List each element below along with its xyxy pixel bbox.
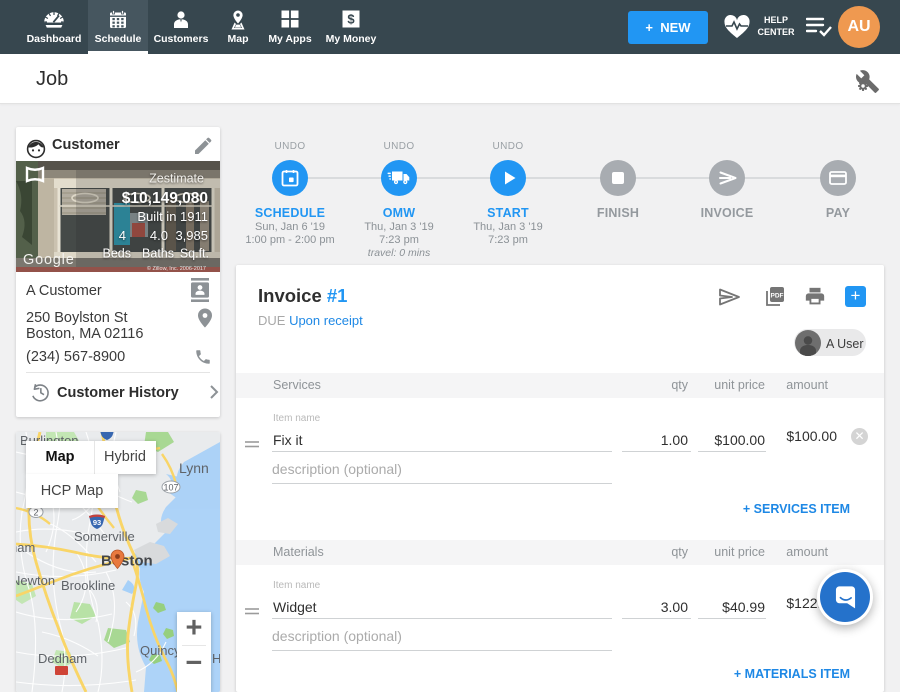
- svg-text:3,985: 3,985: [175, 228, 208, 243]
- svg-text:Baths: Baths: [142, 247, 174, 261]
- svg-text:Google: Google: [23, 252, 75, 268]
- svg-text:$: $: [347, 12, 355, 27]
- svg-text:Zestimate: Zestimate: [149, 172, 204, 186]
- svg-text:ham: ham: [16, 540, 35, 555]
- svg-text:4.0: 4.0: [150, 228, 168, 243]
- svg-text:PDF: PDF: [771, 293, 784, 300]
- svg-text:Beds: Beds: [103, 247, 132, 261]
- svg-text:© Zillow, Inc. 2006-2017: © Zillow, Inc. 2006-2017: [147, 265, 206, 272]
- svg-text:$10,149,080: $10,149,080: [122, 190, 208, 207]
- svg-text:4: 4: [119, 228, 126, 243]
- svg-text:107: 107: [163, 483, 178, 493]
- svg-text:2: 2: [33, 508, 38, 518]
- svg-text:Lynn: Lynn: [179, 460, 209, 476]
- svg-text:93: 93: [93, 518, 101, 527]
- svg-text:Sq.ft.: Sq.ft.: [180, 247, 209, 261]
- svg-text:Hi: Hi: [212, 651, 220, 666]
- svg-text:Dedham: Dedham: [38, 651, 87, 666]
- svg-text:Somerville: Somerville: [74, 529, 135, 544]
- svg-text:Built in 1911: Built in 1911: [137, 209, 208, 224]
- svg-text:Quincy: Quincy: [140, 643, 181, 658]
- svg-text:Brookline: Brookline: [61, 578, 115, 593]
- svg-text:Newton: Newton: [16, 573, 55, 588]
- svg-text:Boston: Boston: [101, 553, 153, 570]
